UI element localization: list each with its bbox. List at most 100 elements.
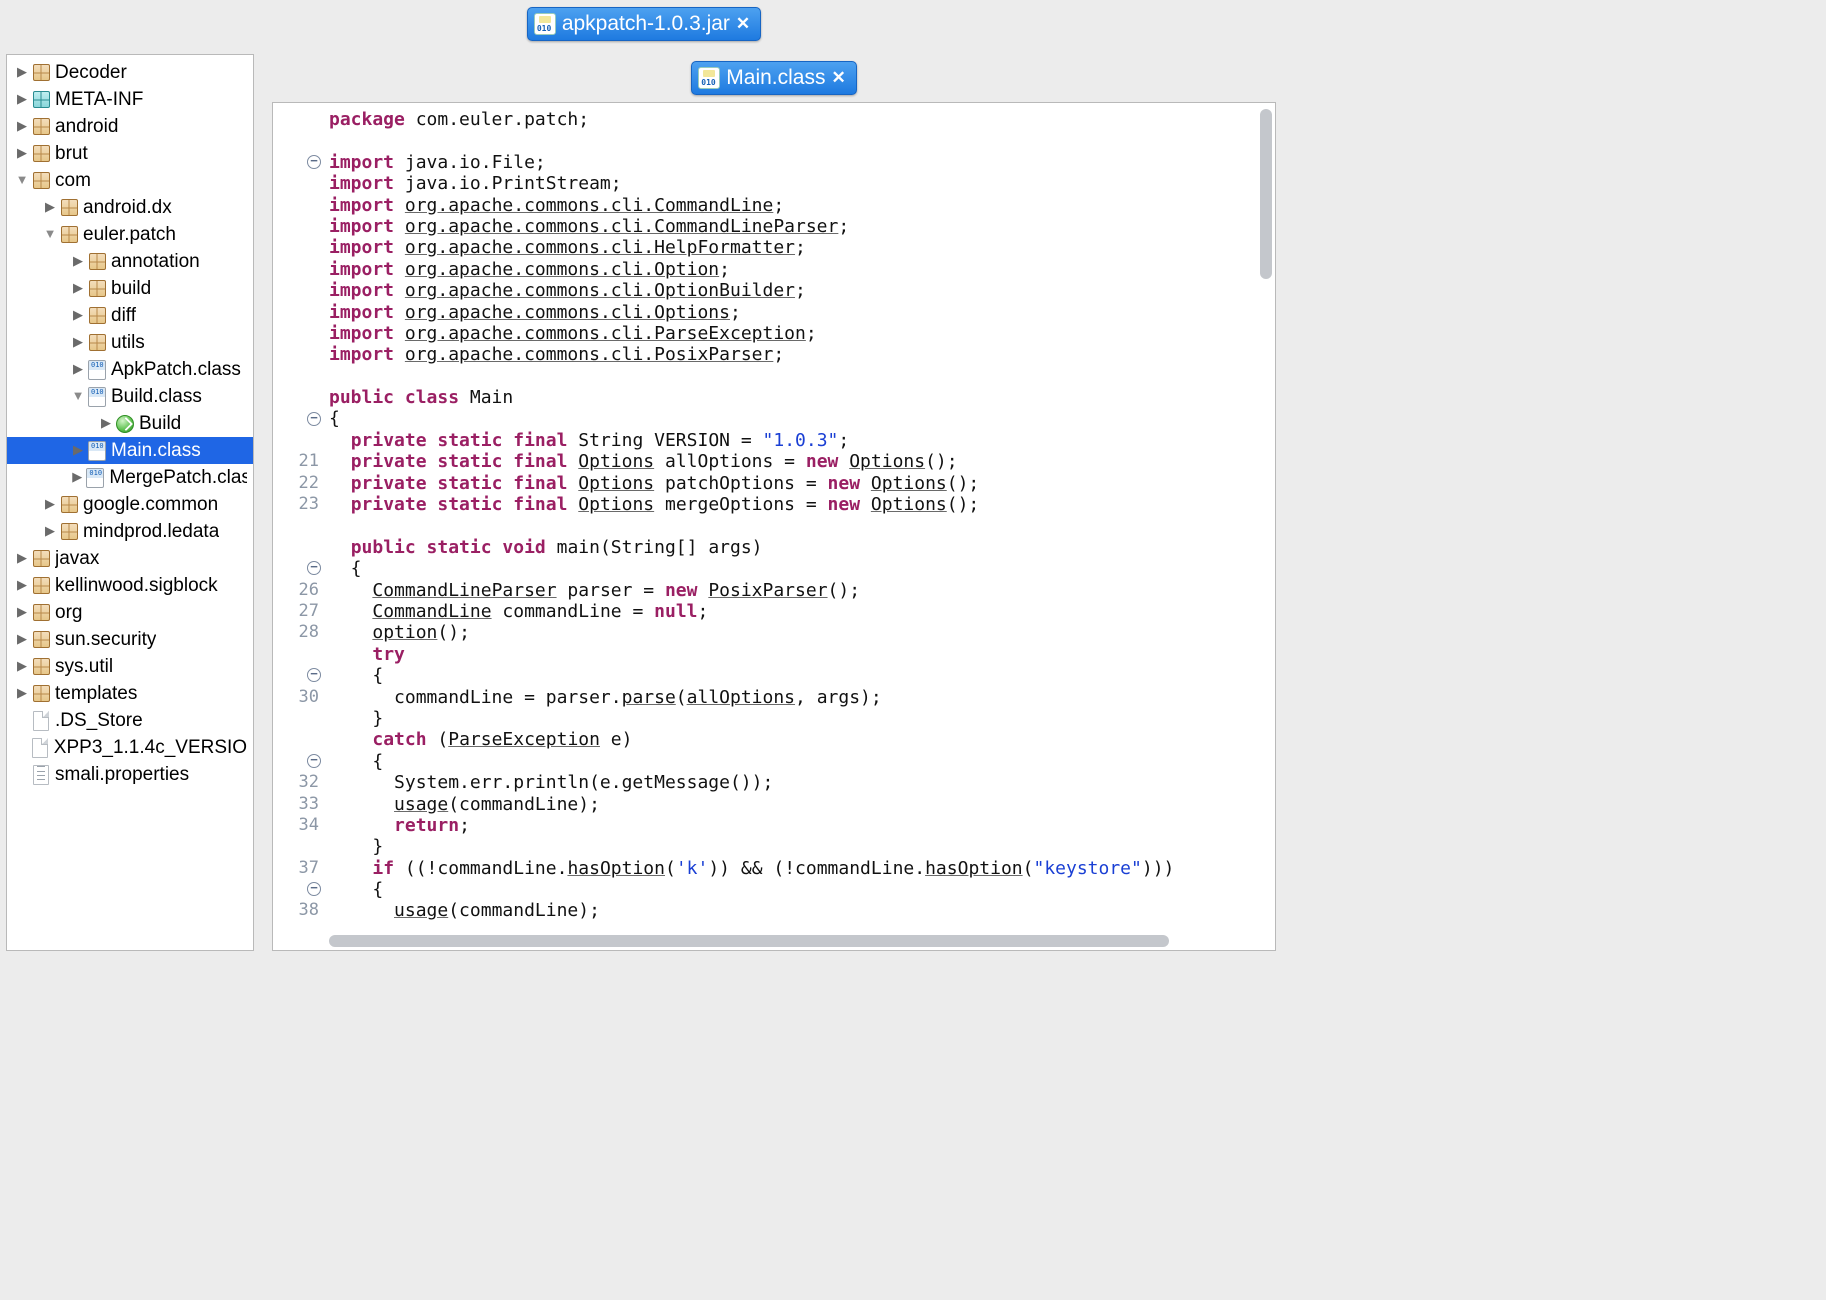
vertical-scrollbar[interactable] xyxy=(1260,109,1272,279)
tree-item[interactable]: annotation xyxy=(7,248,253,275)
tree-item[interactable]: Build.class xyxy=(7,383,253,410)
line-number: 23 xyxy=(273,494,325,515)
line-number: 26 xyxy=(273,580,325,601)
tree-item[interactable]: euler.patch xyxy=(7,221,253,248)
active-file-tab[interactable]: apkpatch-1.0.3.jar ✕ xyxy=(527,7,761,41)
tree-item[interactable]: sys.util xyxy=(7,653,253,680)
pkg-icon xyxy=(31,63,51,83)
jar-icon xyxy=(534,13,556,35)
close-icon[interactable]: ✕ xyxy=(831,68,845,88)
tree-item[interactable]: google.common xyxy=(7,491,253,518)
disclosure-arrow-icon[interactable] xyxy=(41,220,59,247)
editor-tab[interactable]: Main.class ✕ xyxy=(691,61,856,95)
line-number: 34 xyxy=(273,815,325,836)
tree-item-label: MergePatch.class xyxy=(109,464,247,491)
project-tree[interactable]: DecoderMETA-INFandroidbrutcomandroid.dxe… xyxy=(7,59,253,788)
disclosure-arrow-icon[interactable] xyxy=(13,625,31,652)
disclosure-arrow-icon[interactable] xyxy=(13,112,31,139)
pkg-icon xyxy=(87,279,107,299)
disclosure-arrow-icon[interactable] xyxy=(13,139,31,166)
tree-item[interactable]: sun.security xyxy=(7,626,253,653)
disclosure-arrow-icon[interactable] xyxy=(69,274,87,301)
tree-item[interactable]: mindprod.ledata xyxy=(7,518,253,545)
line-number xyxy=(273,729,325,750)
line-number: 37 xyxy=(273,858,325,879)
tree-item[interactable]: smali.properties xyxy=(7,761,253,788)
disclosure-arrow-icon[interactable] xyxy=(69,247,87,274)
tree-item[interactable]: ApkPatch.class xyxy=(7,356,253,383)
tree-item[interactable]: kellinwood.sigblock xyxy=(7,572,253,599)
pkg-icon xyxy=(31,549,51,569)
tree-item-label: com xyxy=(55,167,91,194)
line-number xyxy=(273,515,325,536)
line-number xyxy=(273,344,325,365)
line-number xyxy=(273,195,325,216)
pkg-icon xyxy=(31,117,51,137)
sidebar-resize-handle[interactable] xyxy=(253,55,254,950)
class-icon xyxy=(85,468,105,488)
disclosure-arrow-icon[interactable] xyxy=(69,436,87,463)
tree-item-label: mindprod.ledata xyxy=(83,518,219,545)
code-editor[interactable]: 212223262728303233343738 package com.eul… xyxy=(272,102,1276,951)
tree-item[interactable]: templates xyxy=(7,680,253,707)
tree-item-label: ApkPatch.class xyxy=(111,356,241,383)
pkg-icon xyxy=(59,495,79,515)
tree-item[interactable]: Build xyxy=(7,410,253,437)
line-number-gutter: 212223262728303233343738 xyxy=(273,103,325,950)
tree-item[interactable]: diff xyxy=(7,302,253,329)
tree-item[interactable]: com xyxy=(7,167,253,194)
disclosure-arrow-icon[interactable] xyxy=(13,544,31,571)
disclosure-arrow-icon[interactable] xyxy=(41,193,59,220)
disclosure-arrow-icon[interactable] xyxy=(69,355,87,382)
disclosure-arrow-icon[interactable] xyxy=(13,652,31,679)
line-number: 30 xyxy=(273,687,325,708)
disclosure-arrow-icon[interactable] xyxy=(69,382,87,409)
disclosure-arrow-icon[interactable] xyxy=(13,679,31,706)
editor-tab-label: Main.class xyxy=(726,66,825,90)
pkg-icon xyxy=(31,684,51,704)
disclosure-arrow-icon[interactable] xyxy=(13,571,31,598)
file-icon xyxy=(30,738,50,758)
tree-item[interactable]: MergePatch.class xyxy=(7,464,253,491)
tree-item[interactable]: META-INF xyxy=(7,86,253,113)
fold-toggle-icon[interactable] xyxy=(307,754,321,768)
source-code[interactable]: package com.euler.patch; import java.io.… xyxy=(329,109,1255,934)
pkg-icon xyxy=(87,333,107,353)
disclosure-arrow-icon[interactable] xyxy=(69,301,87,328)
horizontal-scrollbar[interactable] xyxy=(329,935,1169,947)
line-number xyxy=(273,537,325,558)
tree-item[interactable]: android.dx xyxy=(7,194,253,221)
tree-item-label: Build xyxy=(139,410,181,437)
tree-item[interactable]: utils xyxy=(7,329,253,356)
disclosure-arrow-icon[interactable] xyxy=(13,58,31,85)
tree-item[interactable]: .DS_Store xyxy=(7,707,253,734)
tree-item[interactable]: Decoder xyxy=(7,59,253,86)
line-number: 28 xyxy=(273,622,325,643)
pkg-icon xyxy=(87,252,107,272)
disclosure-arrow-icon[interactable] xyxy=(41,490,59,517)
tree-item[interactable]: brut xyxy=(7,140,253,167)
close-icon[interactable]: ✕ xyxy=(736,14,750,34)
disclosure-arrow-icon[interactable] xyxy=(97,409,115,436)
tree-item[interactable]: Main.class xyxy=(7,437,253,464)
class-icon xyxy=(87,441,107,461)
disclosure-arrow-icon[interactable] xyxy=(13,166,31,193)
line-number xyxy=(273,130,325,151)
fold-toggle-icon[interactable] xyxy=(307,412,321,426)
tree-item[interactable]: android xyxy=(7,113,253,140)
tree-item[interactable]: javax xyxy=(7,545,253,572)
tree-item[interactable]: build xyxy=(7,275,253,302)
tree-item[interactable]: XPP3_1.1.4c_VERSION xyxy=(7,734,253,761)
disclosure-arrow-icon[interactable] xyxy=(41,517,59,544)
tree-item[interactable]: org xyxy=(7,599,253,626)
tree-item-label: sun.security xyxy=(55,626,156,653)
tree-item-label: annotation xyxy=(111,248,200,275)
line-number: 27 xyxy=(273,601,325,622)
disclosure-arrow-icon[interactable] xyxy=(69,463,85,490)
metainf-icon xyxy=(31,90,51,110)
tree-item-label: android.dx xyxy=(83,194,172,221)
disclosure-arrow-icon[interactable] xyxy=(13,85,31,112)
disclosure-arrow-icon[interactable] xyxy=(13,598,31,625)
fold-toggle-icon[interactable] xyxy=(307,155,321,169)
disclosure-arrow-icon[interactable] xyxy=(69,328,87,355)
